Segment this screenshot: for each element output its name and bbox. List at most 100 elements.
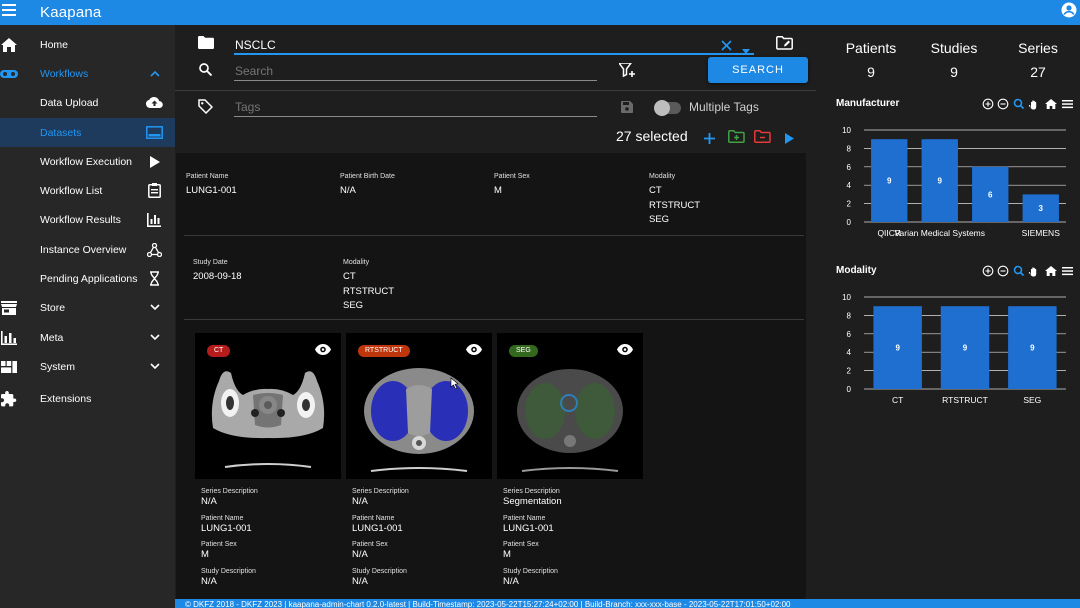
multiple-tags-toggle[interactable]	[654, 100, 681, 116]
sidebar-item-label: Instance Overview	[40, 243, 127, 256]
account-icon[interactable]	[1060, 1, 1078, 24]
patient-birth-value: N/A	[340, 185, 356, 196]
y-tick-label: 2	[847, 200, 852, 209]
zoom-out-icon[interactable]	[997, 98, 1009, 110]
sidebar-item-data-upload[interactable]: Data Upload	[0, 88, 175, 117]
series-desc-value: N/A	[352, 496, 368, 507]
study-divider	[184, 319, 804, 320]
series-card-ct[interactable]: CT	[195, 333, 341, 479]
sidebar-item-instance-overview[interactable]: Instance Overview	[0, 235, 175, 264]
y-tick-label: 8	[847, 144, 852, 153]
magnifier-icon[interactable]	[1013, 98, 1025, 110]
sidebar-item-system[interactable]: System	[0, 352, 175, 381]
folder-edit-icon[interactable]	[776, 36, 793, 55]
series-patient-name-value: LUNG1-001	[201, 522, 252, 534]
y-tick-label: 4	[847, 181, 852, 190]
dataset-select-value[interactable]: NSCLC	[235, 38, 276, 52]
series-patient-name-key: Patient Name	[352, 514, 395, 522]
magnifier-icon[interactable]	[1013, 265, 1025, 277]
filter-add-icon[interactable]	[617, 62, 636, 83]
bar-data-label: 6	[988, 190, 993, 199]
store-icon	[1, 300, 17, 315]
patient-modality-value: CT RTSTRUCT SEG	[649, 185, 701, 225]
app-title: Kaapana	[40, 4, 102, 21]
search-icon	[199, 63, 213, 81]
eye-icon[interactable]	[617, 342, 633, 360]
eye-icon[interactable]	[315, 342, 331, 360]
home-reset-icon[interactable]	[1045, 99, 1057, 109]
hamburger-menu-icon[interactable]	[1062, 100, 1073, 109]
series-study-desc-value: N/A	[352, 575, 368, 587]
puzzle-icon	[1, 390, 17, 407]
dataset-select-underline	[234, 53, 754, 55]
zoom-out-icon[interactable]	[997, 265, 1009, 277]
sidebar-item-datasets[interactable]: Datasets	[0, 118, 175, 147]
sidebar-item-label: Workflow Execution	[40, 155, 133, 168]
patient-divider	[184, 235, 804, 236]
bar-data-label: 3	[1039, 204, 1044, 213]
modality-chip-ct: CT	[207, 345, 231, 357]
clear-icon[interactable]	[721, 38, 732, 56]
add-icon[interactable]	[704, 131, 715, 149]
search-button[interactable]: SEARCH	[708, 57, 808, 83]
series-desc-key: Series Description	[503, 488, 560, 495]
meta-chart-icon	[1, 330, 17, 345]
manufacturer-bar-chart: 02468109QIICR9Varian Medical Systems63SI…	[842, 126, 1066, 238]
manufacturer-chart-title: Manufacturer	[836, 98, 900, 109]
series-study-desc-key: Study Description	[201, 567, 256, 575]
chart-toolbar	[982, 264, 1074, 282]
series-meta-rtstruct: Series Description N/A Patient Name LUNG…	[352, 488, 492, 589]
series-desc-key: Series Description	[201, 488, 258, 495]
patient-name-value: LUNG1-001	[186, 185, 237, 196]
patients-label: Patients	[845, 40, 897, 56]
play-icon	[150, 155, 160, 168]
pan-hand-icon[interactable]	[1028, 100, 1037, 110]
series-card-seg[interactable]: SEG	[497, 333, 643, 479]
sidebar-item-label: Data Upload	[40, 96, 99, 109]
studies-label: Studies	[930, 40, 978, 56]
save-icon[interactable]	[621, 100, 633, 118]
study-date-key: Study Date	[193, 259, 228, 266]
bar-data-label: 9	[895, 344, 900, 353]
sidebar-item-workflow-results[interactable]: Workflow Results	[0, 205, 175, 234]
app-bar: Kaapana	[0, 0, 1080, 25]
chart-toolbar	[982, 97, 1074, 115]
run-workflow-icon[interactable]	[785, 131, 794, 149]
pan-hand-icon[interactable]	[1028, 267, 1037, 277]
x-tick-label: SEG	[1023, 395, 1041, 405]
sidebar-item-workflows[interactable]: Workflows	[0, 59, 175, 88]
workflows-icon	[0, 69, 18, 79]
series-study-desc-key: Study Description	[503, 567, 558, 575]
folder-remove-icon[interactable]	[754, 130, 771, 148]
bar-data-label: 9	[938, 177, 943, 186]
sidebar-item-pending-applications[interactable]: Pending Applications	[0, 264, 175, 293]
series-count: 27	[1030, 64, 1046, 80]
sidebar-item-home[interactable]: Home	[0, 30, 175, 59]
home-reset-icon[interactable]	[1045, 266, 1057, 276]
folder-add-icon[interactable]	[728, 130, 745, 148]
eye-icon[interactable]	[466, 342, 482, 360]
footer: © DKFZ 2018 - DKFZ 2023 | kaapana-admin-…	[175, 599, 1080, 608]
sidebar-item-extensions[interactable]: Extensions	[0, 384, 175, 413]
sidebar-item-label: Meta	[40, 331, 64, 344]
series-study-desc-value: N/A	[201, 575, 217, 587]
tags-input[interactable]	[235, 100, 535, 114]
series-patient-name-value: LUNG1-001	[352, 522, 403, 534]
sidebar-item-meta[interactable]: Meta	[0, 323, 175, 352]
series-card-rtstruct[interactable]: RTSTRUCT	[346, 333, 492, 479]
zoom-in-icon[interactable]	[982, 265, 994, 277]
study-date-value: 2008-09-18	[193, 271, 242, 282]
menu-icon[interactable]	[2, 3, 20, 22]
y-tick-label: 6	[847, 163, 852, 172]
sidebar-item-label: Home	[40, 38, 69, 51]
search-input[interactable]	[235, 64, 535, 78]
sidebar-item-workflow-list[interactable]: Workflow List	[0, 176, 175, 205]
sidebar-item-workflow-execution[interactable]: Workflow Execution	[0, 147, 175, 176]
y-tick-label: 8	[847, 311, 852, 320]
hamburger-menu-icon[interactable]	[1062, 267, 1073, 276]
studies-count: 9	[950, 64, 958, 80]
y-tick-label: 4	[847, 348, 852, 357]
zoom-in-icon[interactable]	[982, 98, 994, 110]
series-patient-sex-key: Patient Sex	[503, 541, 539, 548]
sidebar-item-store[interactable]: Store	[0, 293, 175, 322]
